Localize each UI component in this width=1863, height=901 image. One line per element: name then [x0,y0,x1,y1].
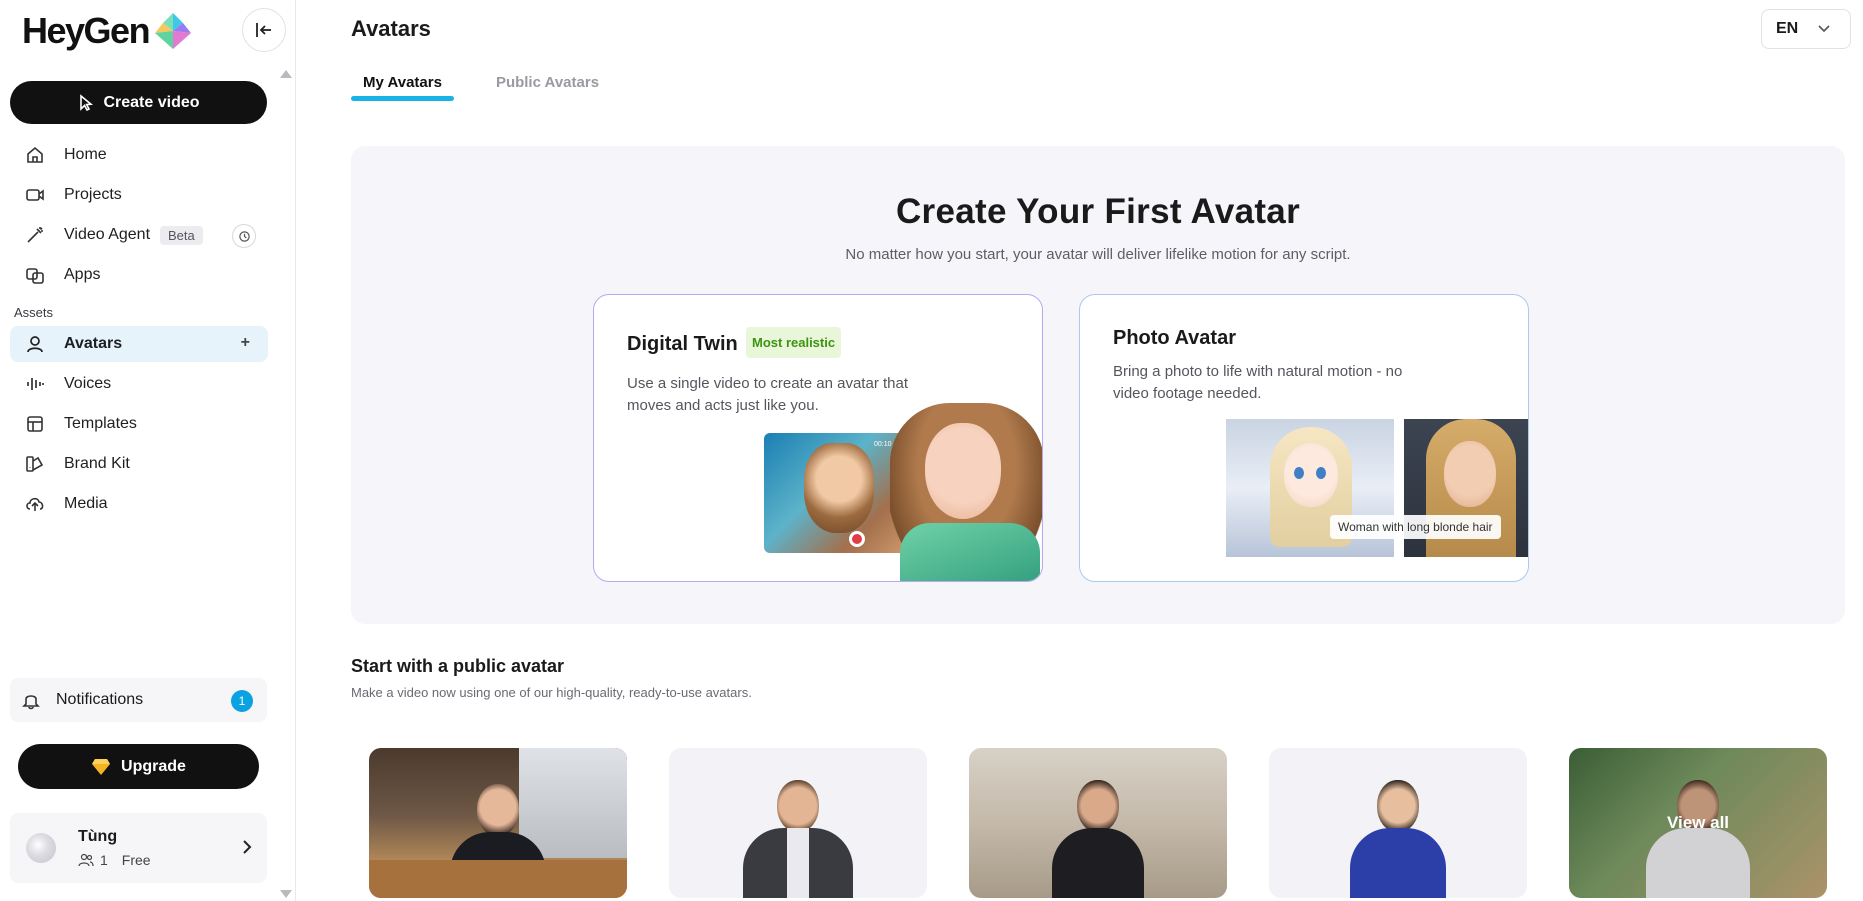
tab-public-avatars[interactable]: Public Avatars [484,74,611,95]
prompt-caption: Woman with long blonde hair [1330,515,1501,539]
user-meta: 1 Free [78,852,151,868]
sidebar-item-home[interactable]: Home [10,137,268,173]
public-avatar-card[interactable] [669,748,927,898]
public-avatar-card[interactable] [969,748,1227,898]
record-icon [849,531,865,547]
beta-badge: Beta [160,225,203,245]
cursor-icon [80,93,94,111]
sidebar-item-video-agent[interactable]: Video Agent Beta [10,217,268,253]
sidebar-item-label: Apps [64,266,101,283]
tab-my-avatars[interactable]: My Avatars [351,74,454,101]
user-icon [24,333,46,355]
public-avatar-list: View all [369,748,1827,898]
upgrade-label: Upgrade [121,757,186,775]
history-button[interactable] [232,224,256,248]
sidebar-item-voices[interactable]: Voices [10,366,268,402]
public-avatar-card[interactable] [1269,748,1527,898]
language-selector[interactable]: EN [1761,9,1851,49]
apps-icon [24,264,46,286]
notification-count-badge: 1 [231,690,253,712]
sidebar-item-label: Video Agent [64,226,151,243]
notifications-button[interactable]: Notifications 1 [10,678,267,722]
sidebar-item-media[interactable]: Media [10,486,268,522]
brand-kit-icon [24,453,46,475]
plan-label: Free [121,852,151,868]
avatar [26,833,56,863]
sidebar: HeyGen Create video Home Projects Video … [0,0,296,901]
page-title: Avatars [351,16,431,41]
hero-subtitle: No matter how you start, your avatar wil… [845,246,1351,263]
public-avatar-section-subtitle: Make a video now using one of our high-q… [351,685,752,700]
create-video-button[interactable]: Create video [10,81,267,124]
view-all-avatars-card[interactable]: View all [1569,748,1827,898]
sidebar-item-apps[interactable]: Apps [10,257,268,293]
heygen-logo[interactable]: HeyGen [22,10,193,52]
collapse-left-icon [256,23,271,37]
notifications-label: Notifications [56,691,144,708]
sidebar-nav: Home Projects Video Agent Beta Apps Asse… [10,137,268,526]
member-count: 1 [100,852,108,868]
assets-section-label: Assets [14,305,54,320]
template-icon [24,413,46,435]
digital-twin-portrait-image [890,403,1042,581]
diamond-icon [92,758,111,775]
chevron-right-icon [243,840,252,854]
sidebar-item-label: Projects [64,186,122,203]
sidebar-item-avatars[interactable]: Avatars + [10,326,268,362]
most-realistic-badge: Most realistic [746,327,842,358]
public-avatar-card[interactable] [369,748,627,898]
sidebar-item-templates[interactable]: Templates [10,406,268,442]
chevron-down-icon [1818,25,1830,33]
upgrade-button[interactable]: Upgrade [18,744,259,789]
digital-twin-card[interactable]: Digital Twin Most realistic Use a single… [593,294,1043,582]
sidebar-item-brand-kit[interactable]: Brand Kit [10,446,268,482]
collapse-sidebar-button[interactable] [242,8,286,52]
sidebar-item-label: Templates [64,415,137,432]
sidebar-scroll-down-arrow[interactable] [280,890,292,898]
digital-twin-title: Digital Twin [627,333,738,355]
logo-text: HeyGen [22,10,151,51]
language-value: EN [1776,20,1799,37]
sidebar-item-label: Brand Kit [64,455,130,472]
logo-gem-icon [155,13,192,49]
history-icon [238,230,250,242]
create-video-label: Create video [103,93,200,111]
public-avatar-section-title: Start with a public avatar [351,656,565,676]
user-account-card[interactable]: Tùng 1 Free [10,813,267,883]
sidebar-item-label: Media [64,495,108,512]
user-name: Tùng [78,828,118,845]
sidebar-scroll-up-arrow[interactable] [280,70,292,78]
sidebar-item-projects[interactable]: Projects [10,177,268,213]
sidebar-item-label: Avatars [64,335,123,352]
sidebar-item-label: Home [64,146,107,163]
avatar-tabs: My Avatars Public Avatars [351,74,611,101]
waveform-icon [24,373,46,395]
video-camera-icon [24,184,46,206]
cloud-upload-icon [24,493,46,515]
photo-avatar-card[interactable]: Photo Avatar Bring a photo to life with … [1079,294,1529,582]
home-icon [24,144,46,166]
recording-subject-image [804,443,874,533]
photo-avatar-title: Photo Avatar [1113,327,1236,349]
team-members-icon [78,853,94,867]
sidebar-item-label: Voices [64,375,112,392]
hero-title: Create Your First Avatar [895,192,1300,231]
bell-icon [20,689,42,711]
create-avatar-hero: Create Your First Avatar No matter how y… [351,146,1845,624]
view-all-label[interactable]: View all [1569,748,1827,898]
main-content: Avatars EN My Avatars Public Avatars Cre… [297,0,1863,901]
add-avatar-button[interactable]: + [241,334,250,352]
magic-wand-icon [24,224,46,246]
photo-avatar-description: Bring a photo to life with natural motio… [1113,363,1403,402]
